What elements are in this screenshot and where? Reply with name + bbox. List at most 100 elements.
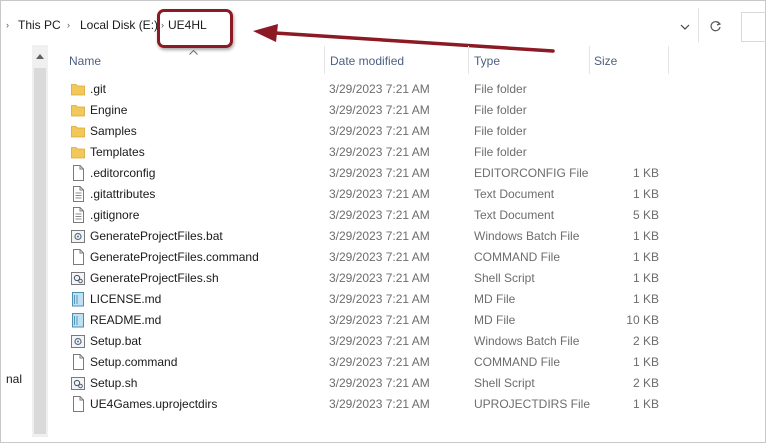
file-row[interactable]: .gitignore 3/29/2023 7:21 AM Text Document… [52, 205, 672, 226]
nav-item-label[interactable]: nal [6, 372, 22, 386]
file-row[interactable]: Setup.bat 3/29/2023 7:21 AM Windows Batch … [52, 331, 672, 352]
file-date: 3/29/2023 7:21 AM [329, 82, 430, 96]
batch-file-icon [71, 228, 85, 244]
file-type: File folder [474, 103, 527, 117]
file-icon [71, 165, 85, 181]
refresh-icon[interactable] [705, 16, 725, 36]
file-type: Text Document [474, 187, 555, 201]
file-type: Shell Script [474, 271, 535, 285]
batch-file-icon [71, 333, 85, 349]
column-divider[interactable] [468, 46, 469, 74]
breadcrumb-local-disk[interactable]: Local Disk (E:) [80, 18, 158, 32]
file-row[interactable]: Setup.sh 3/29/2023 7:21 AM Shell Script 2 K… [52, 373, 672, 394]
file-row[interactable]: GenerateProjectFiles.command 3/29/2023 7:… [52, 247, 672, 268]
file-type: EDITORCONFIG File [474, 166, 589, 180]
file-size: 10 KB [626, 313, 659, 327]
file-row[interactable]: README.md 3/29/2023 7:21 AM MD File 10 KB [52, 310, 672, 331]
markdown-file-icon [71, 291, 85, 307]
file-icon [71, 354, 85, 370]
file-date: 3/29/2023 7:21 AM [329, 187, 430, 201]
file-type: Windows Batch File [474, 229, 580, 243]
file-row[interactable]: Samples 3/29/2023 7:21 AM File folder [52, 121, 672, 142]
file-size: 1 KB [632, 166, 659, 180]
file-row[interactable]: .git 3/29/2023 7:21 AM File folder [52, 79, 672, 100]
file-date: 3/29/2023 7:21 AM [329, 334, 430, 348]
file-row[interactable]: GenerateProjectFiles.bat 3/29/2023 7:21 A… [52, 226, 672, 247]
file-row[interactable]: .editorconfig 3/29/2023 7:21 AM EDITORCONF… [52, 163, 672, 184]
file-name: Engine [90, 103, 128, 117]
folder-icon [71, 144, 85, 160]
file-name: README.md [90, 313, 162, 327]
file-name: .git [90, 82, 107, 96]
file-name: UE4Games.uprojectdirs [90, 397, 218, 411]
file-row[interactable]: UE4Games.uprojectdirs 3/29/2023 7:21 AM UP… [52, 394, 672, 415]
column-divider[interactable] [589, 46, 590, 74]
chevron-right-icon[interactable]: › [6, 20, 9, 30]
file-name: .gitignore [90, 208, 140, 222]
script-file-icon [71, 375, 85, 391]
file-date: 3/29/2023 7:21 AM [329, 355, 430, 369]
folder-icon [71, 81, 85, 97]
file-row[interactable]: LICENSE.md 3/29/2023 7:21 AM MD File 1 KB [52, 289, 672, 310]
scrollbar-thumb[interactable] [34, 68, 46, 434]
file-date: 3/29/2023 7:21 AM [329, 376, 430, 390]
file-row[interactable]: Engine 3/29/2023 7:21 AM File folder [52, 100, 672, 121]
script-file-icon [71, 270, 85, 286]
file-size: 2 KB [632, 334, 659, 348]
highlight-annotation [157, 9, 233, 48]
file-type: MD File [474, 292, 516, 306]
file-size: 1 KB [632, 271, 659, 285]
sort-ascending-icon [189, 44, 198, 58]
file-name: Templates [90, 145, 145, 159]
file-row[interactable]: GenerateProjectFiles.sh 3/29/2023 7:21 AM… [52, 268, 672, 289]
file-date: 3/29/2023 7:21 AM [329, 124, 430, 138]
column-divider[interactable] [668, 46, 669, 74]
file-date: 3/29/2023 7:21 AM [329, 145, 430, 159]
search-box[interactable] [741, 12, 766, 42]
column-divider[interactable] [324, 46, 325, 74]
file-type: File folder [474, 124, 527, 138]
file-date: 3/29/2023 7:21 AM [329, 250, 430, 264]
file-size: 1 KB [632, 397, 659, 411]
file-name: Samples [90, 124, 137, 138]
breadcrumb-this-pc[interactable]: This PC [18, 18, 61, 32]
file-row[interactable]: .gitattributes 3/29/2023 7:21 AM Text Docu… [52, 184, 672, 205]
file-name: GenerateProjectFiles.command [90, 250, 259, 264]
file-date: 3/29/2023 7:21 AM [329, 313, 430, 327]
file-icon [71, 396, 85, 412]
file-size: 1 KB [632, 250, 659, 264]
folder-icon [71, 102, 85, 118]
column-header-type[interactable]: Type [474, 54, 500, 68]
file-name: Setup.sh [90, 376, 138, 390]
text-file-icon [71, 207, 85, 223]
file-date: 3/29/2023 7:21 AM [329, 292, 430, 306]
file-name: Setup.command [90, 355, 178, 369]
file-name: Setup.bat [90, 334, 142, 348]
file-type: COMMAND File [474, 355, 560, 369]
folder-icon [71, 123, 85, 139]
file-type: Windows Batch File [474, 334, 580, 348]
chevron-right-icon[interactable]: › [67, 20, 70, 30]
file-date: 3/29/2023 7:21 AM [329, 271, 430, 285]
column-header-date[interactable]: Date modified [330, 54, 404, 68]
file-size: 1 KB [632, 292, 659, 306]
column-header-size[interactable]: Size [594, 54, 617, 68]
file-size: 1 KB [632, 187, 659, 201]
chevron-down-icon[interactable] [676, 17, 694, 37]
file-date: 3/29/2023 7:21 AM [329, 229, 430, 243]
file-type: UPROJECTDIRS File [474, 397, 591, 411]
file-date: 3/29/2023 7:21 AM [329, 103, 430, 117]
address-bar[interactable]: › This PC › Local Disk (E:) › UE4HL [0, 8, 698, 44]
file-row[interactable]: Templates 3/29/2023 7:21 AM File folder [52, 142, 672, 163]
scroll-up-icon[interactable] [32, 48, 48, 64]
divider [698, 8, 699, 42]
file-icon [71, 249, 85, 265]
file-date: 3/29/2023 7:21 AM [329, 166, 430, 180]
file-type: Text Document [474, 208, 555, 222]
file-name: LICENSE.md [90, 292, 162, 306]
file-type: File folder [474, 82, 527, 96]
file-type: Shell Script [474, 376, 535, 390]
file-name: .gitattributes [90, 187, 156, 201]
file-row[interactable]: Setup.command 3/29/2023 7:21 AM COMMAND Fi… [52, 352, 672, 373]
column-header-name[interactable]: Name [69, 54, 101, 68]
